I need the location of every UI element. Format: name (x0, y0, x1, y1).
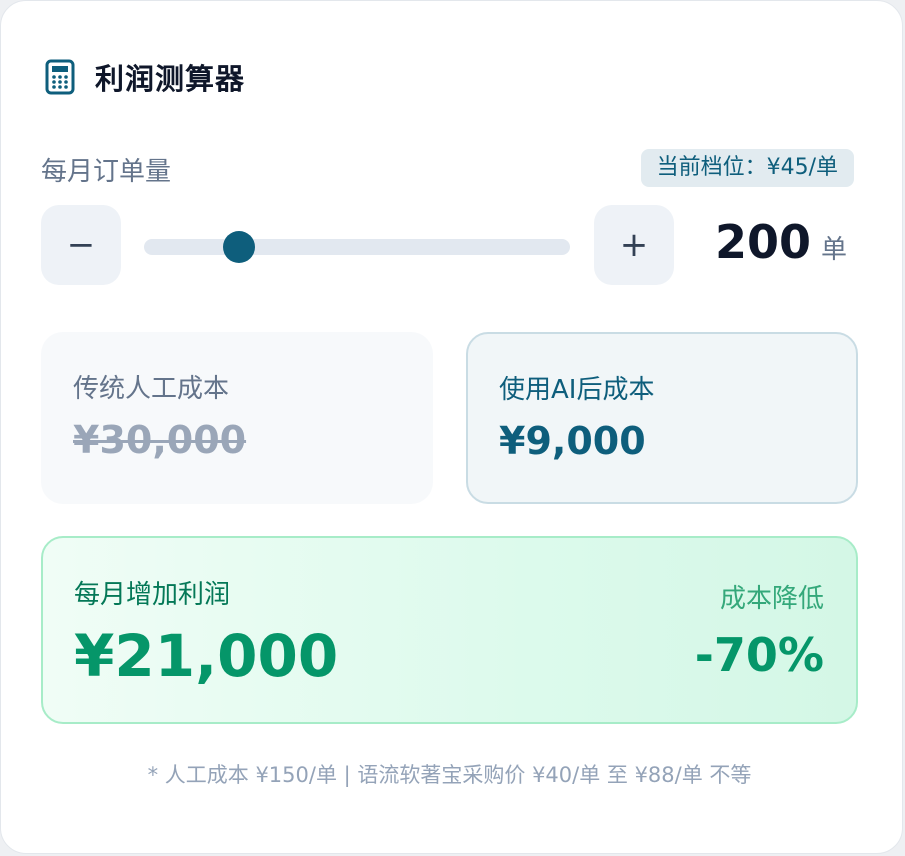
ai-cost-panel: 使用AI后成本 ¥9,000 (466, 332, 858, 504)
pricing-footnote: * 人工成本 ¥150/单 | 语流软著宝采购价 ¥40/单 至 ¥88/单 不… (147, 763, 752, 787)
orders-slider[interactable] (144, 231, 570, 263)
ai-cost-value: ¥9,000 (499, 419, 646, 463)
profit-value: ¥21,000 (74, 622, 339, 690)
decrement-button[interactable]: − (41, 205, 121, 285)
manual-cost-panel: 传统人工成本 ¥30,000 (41, 332, 433, 504)
calculator-icon (45, 59, 75, 95)
increment-button[interactable]: + (594, 205, 674, 285)
monthly-orders-label: 每月订单量 (41, 157, 172, 187)
ai-cost-label: 使用AI后成本 (499, 375, 655, 405)
slider-thumb[interactable] (222, 231, 255, 263)
manual-cost-label: 传统人工成本 (73, 374, 230, 404)
profit-label: 每月增加利润 (74, 580, 231, 610)
order-count-unit: 单 (821, 235, 848, 265)
cost-reduction-label: 成本降低 (719, 584, 824, 614)
profit-panel: 每月增加利润 ¥21,000 成本降低 -70% (41, 536, 858, 724)
minus-icon: − (66, 225, 96, 265)
manual-cost-value: ¥30,000 (73, 418, 247, 462)
page-title: 利润测算器 (95, 62, 246, 96)
order-count-display: 200 单 (701, 215, 861, 269)
order-count-value: 200 (714, 215, 811, 269)
current-tier-badge: 当前档位：¥45/单 (640, 149, 854, 187)
profit-calculator-card: 利润测算器 每月订单量 当前档位：¥45/单 − + 200 单 传统人工成本 … (0, 0, 903, 854)
plus-icon: + (619, 225, 649, 265)
calculator-header: 利润测算器 (45, 57, 245, 97)
cost-reduction-value: -70% (694, 628, 824, 682)
